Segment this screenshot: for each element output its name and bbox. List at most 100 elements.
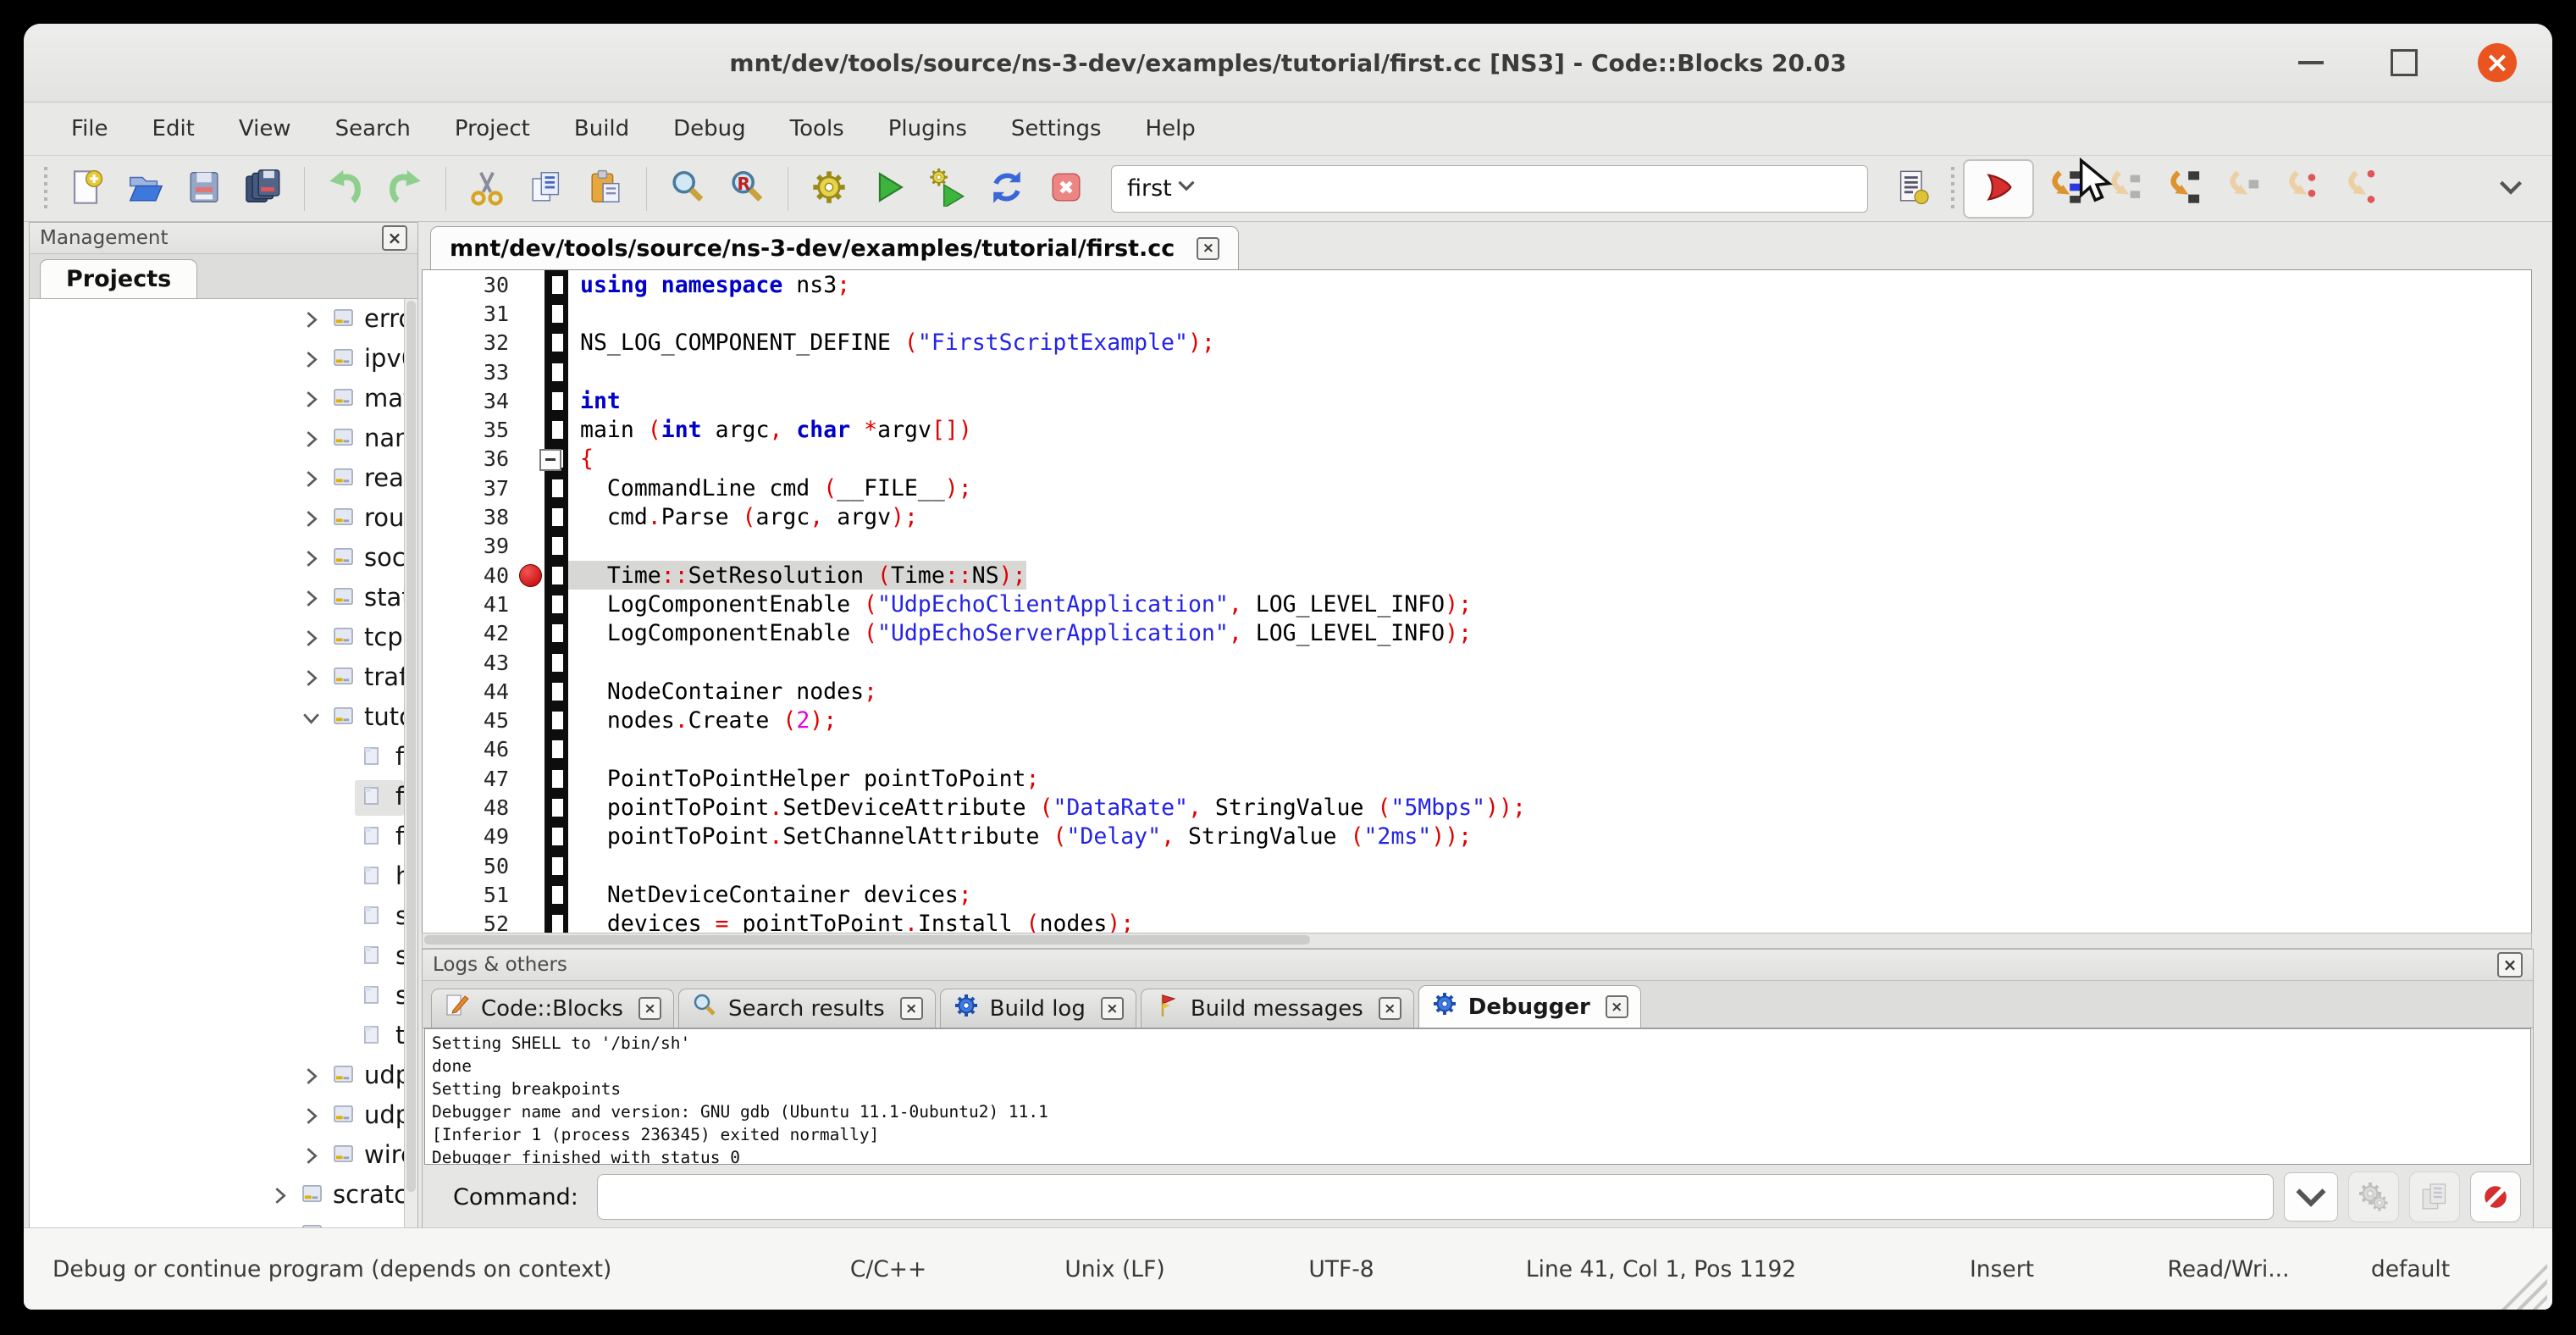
open-file-button[interactable] (115, 162, 174, 216)
log-tab-search-results[interactable]: Search results× (678, 989, 936, 1028)
menu-plugins[interactable]: Plugins (866, 116, 989, 141)
find-button[interactable] (658, 162, 717, 216)
menu-search[interactable]: Search (313, 116, 433, 141)
chevron-right-icon[interactable] (301, 1105, 323, 1127)
rebuild-button[interactable] (977, 162, 1036, 216)
editor-tab-close-button[interactable]: × (1197, 237, 1219, 260)
tree-item-six[interactable]: six (30, 978, 417, 1016)
tree-item-scratch[interactable]: scratch (30, 1177, 417, 1216)
redo-button[interactable] (375, 162, 434, 216)
menu-file[interactable]: File (49, 116, 130, 141)
tree-item-realt[interactable]: realt (30, 460, 417, 499)
tree-item-erro[interactable]: erro (30, 301, 417, 340)
chevron-right-icon[interactable] (301, 1066, 323, 1088)
chevron-right-icon[interactable] (301, 1145, 323, 1167)
menu-project[interactable]: Project (433, 116, 552, 141)
step-into-instruction-button[interactable] (2330, 162, 2390, 216)
log-tab-code-blocks[interactable]: Code::Blocks× (431, 989, 674, 1028)
tree-item-tcp[interactable]: tcp (30, 619, 417, 658)
run-button[interactable] (859, 162, 918, 216)
log-tab-close-button[interactable]: × (1606, 995, 1628, 1018)
titlebar[interactable]: mnt/dev/tools/source/ns-3-dev/examples/t… (24, 24, 2552, 102)
line-number[interactable]: 51 (423, 880, 516, 909)
line-number[interactable]: 48 (423, 793, 516, 822)
clear-log-button[interactable] (2470, 1172, 2521, 1222)
tree-item-mat[interactable]: mat (30, 380, 417, 419)
build-target-combobox[interactable]: first (1111, 165, 1868, 213)
line-number[interactable]: 32 (423, 329, 516, 357)
line-number[interactable]: 34 (423, 386, 516, 415)
line-number[interactable]: 42 (423, 619, 516, 648)
maximize-button[interactable] (2385, 43, 2424, 82)
debugger-settings-button[interactable] (2348, 1172, 2399, 1222)
breakpoint-icon[interactable] (519, 564, 542, 587)
breakpoint-margin[interactable] (516, 270, 544, 299)
line-number[interactable]: 44 (423, 677, 516, 706)
toolbar-grip[interactable] (1951, 167, 1954, 211)
breakpoint-margin[interactable] (516, 619, 544, 648)
abort-build-button[interactable] (1036, 162, 1096, 216)
log-tab-close-button[interactable]: × (900, 997, 923, 1020)
minimize-button[interactable] (2291, 43, 2330, 82)
tree-item-se[interactable]: se (30, 898, 417, 937)
editor-horizontal-scrollbar[interactable] (422, 933, 2532, 949)
menu-help[interactable]: Help (1124, 116, 1218, 141)
command-input[interactable] (597, 1174, 2274, 1220)
breakpoint-margin[interactable] (516, 823, 544, 851)
tree-item-sock[interactable]: sock (30, 540, 417, 579)
log-tab-close-button[interactable]: × (1379, 997, 1401, 1020)
breakpoint-margin[interactable] (516, 532, 544, 561)
breakpoint-margin[interactable] (516, 677, 544, 706)
log-tab-build-log[interactable]: Build log× (940, 989, 1136, 1028)
breakpoint-margin[interactable] (516, 561, 544, 590)
chevron-right-icon[interactable] (301, 468, 323, 490)
step-into-button[interactable] (2153, 162, 2212, 216)
tree-item-fir-selected[interactable]: fir (30, 778, 417, 817)
next-instruction-button[interactable] (2271, 162, 2330, 216)
chevron-down-icon[interactable] (301, 707, 323, 729)
new-file-button[interactable] (56, 162, 115, 216)
code-editor[interactable]: 30using namespace ns3;3132NS_LOG_COMPONE… (422, 269, 2532, 934)
line-number[interactable]: 39 (423, 532, 516, 561)
toolbar-grip[interactable] (44, 167, 47, 211)
line-number[interactable]: 38 (423, 502, 516, 531)
line-number[interactable]: 33 (423, 357, 516, 386)
line-number[interactable]: 30 (423, 270, 516, 299)
breakpoint-margin[interactable] (516, 880, 544, 909)
run-to-cursor-button[interactable] (2034, 162, 2093, 216)
chevron-right-icon[interactable] (301, 548, 323, 570)
tree-scrollbar-thumb[interactable] (406, 301, 416, 1192)
line-number[interactable]: 41 (423, 590, 516, 618)
breakpoint-margin[interactable] (516, 648, 544, 677)
close-button[interactable]: × (2478, 43, 2517, 82)
line-number[interactable]: 46 (423, 735, 516, 764)
tree-item-udp[interactable]: udp (30, 1057, 417, 1096)
logs-close-button[interactable]: × (2497, 952, 2523, 978)
breakpoint-margin[interactable] (516, 386, 544, 415)
step-out-button[interactable] (2212, 162, 2271, 216)
breakpoint-margin[interactable] (516, 415, 544, 444)
line-number[interactable]: 36 (423, 445, 516, 474)
line-number[interactable]: 37 (423, 474, 516, 502)
tree-item-se[interactable]: se (30, 938, 417, 977)
breakpoint-margin[interactable] (516, 329, 544, 357)
breakpoint-margin[interactable] (516, 474, 544, 502)
menu-edit[interactable]: Edit (130, 116, 217, 141)
breakpoint-margin[interactable] (516, 793, 544, 822)
tree-item-rout[interactable]: rout (30, 500, 417, 539)
breakpoint-margin[interactable] (516, 299, 544, 328)
menu-settings[interactable]: Settings (989, 116, 1124, 141)
log-tab-close-button[interactable]: × (1101, 997, 1124, 1020)
chevron-right-icon[interactable] (301, 588, 323, 610)
breakpoint-margin[interactable] (516, 706, 544, 734)
debug-continue-button[interactable] (1963, 159, 2034, 219)
tree-item-nam[interactable]: nam (30, 420, 417, 459)
build-button[interactable] (799, 162, 859, 216)
tree-item-wire[interactable]: wire (30, 1137, 417, 1176)
menu-build[interactable]: Build (552, 116, 651, 141)
build-and-run-button[interactable] (918, 162, 977, 216)
chevron-right-icon[interactable] (301, 508, 323, 530)
cut-button[interactable] (457, 162, 517, 216)
tree-item-fo[interactable]: fo (30, 818, 417, 857)
tree-item-udp-[interactable]: udp- (30, 1097, 417, 1136)
